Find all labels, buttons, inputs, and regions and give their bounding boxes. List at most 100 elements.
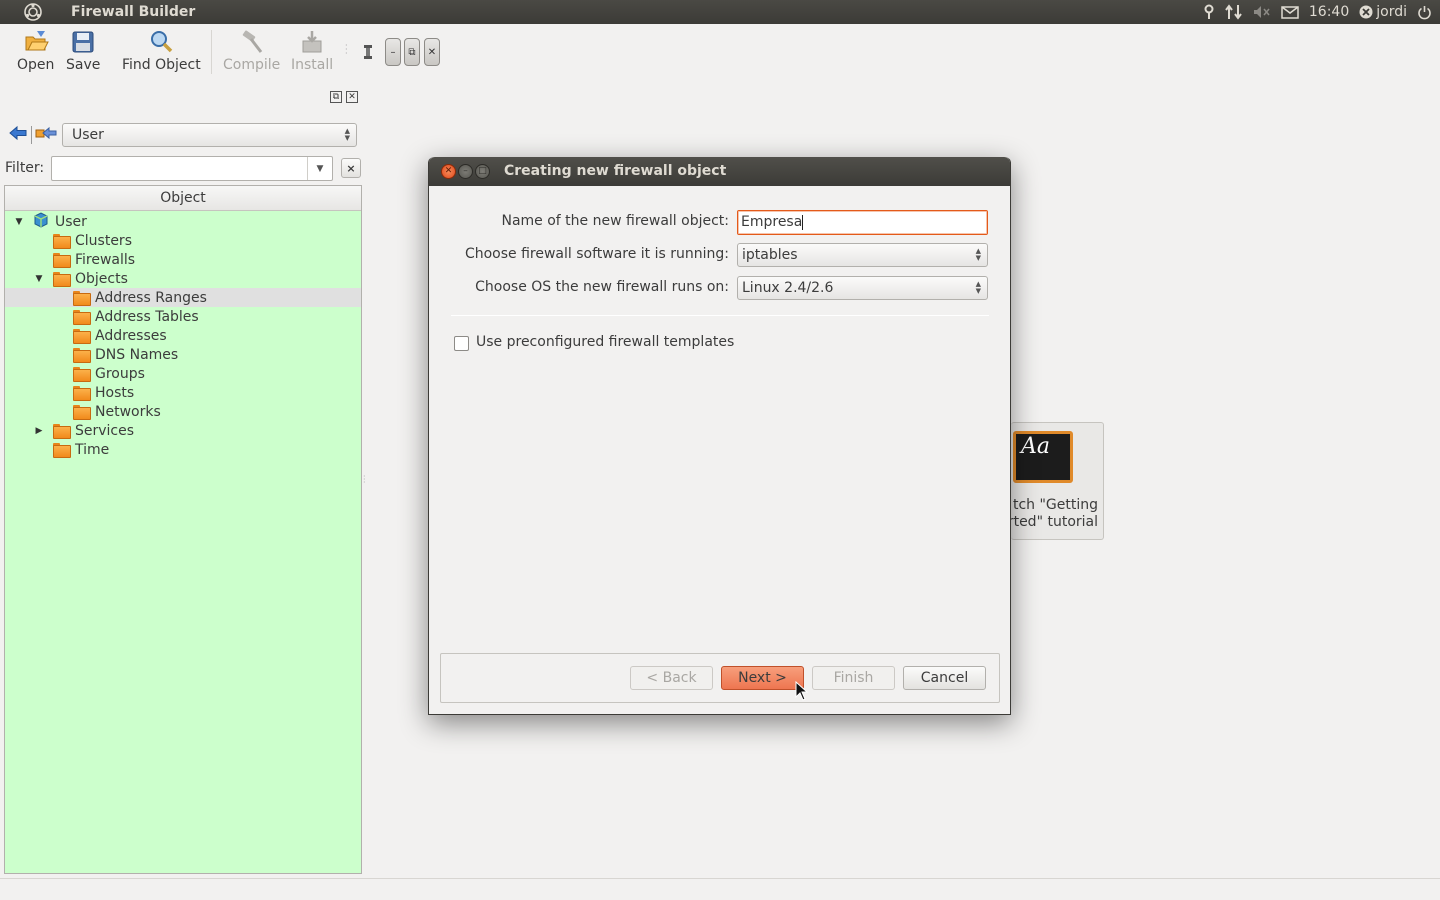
tree-item[interactable]: Address Ranges [5,288,361,307]
mdi-restore-button[interactable]: ⧉ [404,38,420,66]
user-status-icon [1359,5,1373,19]
filter-input[interactable]: ▼ [51,156,333,181]
combo-arrows-icon: ▲ ▼ [344,127,350,142]
filter-label: Filter: [5,160,45,176]
name-label-wrap: Name of the new firewall object: [429,213,729,233]
folder-icon [53,443,71,458]
tree-item[interactable]: Addresses [5,326,361,345]
finish-button[interactable]: Finish [812,666,895,690]
top-panel: Firewall Builder 16:40 jordi [0,0,1440,24]
cancel-button[interactable]: Cancel [903,666,986,690]
tree-item[interactable]: Clusters [5,231,361,250]
mdi-close-button[interactable]: ✕ [424,38,440,66]
user-menu[interactable]: jordi [1359,4,1407,20]
dialog-separator [451,315,989,316]
folder-icon [73,329,91,344]
getting-started-label: tch "Getting rted" tutorial [1011,497,1098,530]
main-toolbar: Open Save Find Object Compile Install · ·… [0,24,1440,84]
tree-navigation [8,123,57,147]
object-tree[interactable]: Object ▼ User Clusters Firewalls ▼ Objects Add… [4,185,362,874]
dialog-minimize-icon[interactable]: – [458,164,473,179]
folder-icon [53,272,71,287]
tree-item-label: Addresses [95,327,167,344]
tree-expander-icon[interactable]: ▼ [13,217,25,227]
compile-button[interactable]: Compile [223,28,280,80]
new-firewall-dialog: ✕ – □ Creating new firewall object Name … [428,157,1011,715]
combo-arrows-icon: ▲ ▼ [975,280,981,295]
forward-objects-icon[interactable] [35,125,57,145]
folder-icon [73,405,91,420]
folder-icon [73,348,91,363]
status-bar [0,878,1440,900]
dialog-title: Creating new firewall object [504,163,727,179]
folder-icon [73,310,91,325]
floppy-disk-icon [69,28,97,56]
tree-item-label: Address Ranges [95,289,207,306]
tree-item[interactable]: ▶ Services [5,421,361,440]
hammer-icon [238,28,266,56]
tree-item-label: Groups [95,365,145,382]
tree-expander-icon[interactable]: ▼ [33,274,45,284]
window-menu-icon[interactable] [362,44,374,64]
folder-icon [73,291,91,306]
tree-item[interactable]: ▼ User [5,211,361,231]
clock[interactable]: 16:40 [1309,4,1349,20]
back-button[interactable]: < Back [630,666,713,690]
tree-expander-icon[interactable]: ▶ [33,426,45,436]
tree-item[interactable]: DNS Names [5,345,361,364]
dialog-close-icon[interactable]: ✕ [441,164,456,179]
folder-icon [53,234,71,249]
tree-item[interactable]: ▼ Objects [5,269,361,288]
install-button[interactable]: Install [291,28,333,80]
next-button[interactable]: Next > [721,666,804,690]
software-label: Choose firewall software it is running: [464,246,729,262]
tree-item[interactable]: Address Tables [5,307,361,326]
tree-item-label: Clusters [75,232,132,249]
tree-item-label: Services [75,422,135,439]
network-icon[interactable] [1225,4,1243,20]
keyring-icon[interactable] [1203,4,1215,20]
tree-item-label: Time [75,441,110,458]
tree-item[interactable]: Firewalls [5,250,361,269]
firewall-name-input[interactable]: Empresa [737,210,988,235]
dock-close-icon[interactable]: ✕ [346,91,358,103]
mail-icon[interactable] [1281,5,1299,19]
os-label: Choose OS the new firewall runs on: [475,279,729,295]
filter-dropdown-icon[interactable]: ▼ [307,157,332,180]
dock-float-icon[interactable]: ⧉ [330,91,342,103]
volume-muted-icon[interactable] [1253,5,1271,19]
firewall-os-select[interactable]: Linux 2.4/2.6 ▲ ▼ [737,276,988,300]
dialog-maximize-icon[interactable]: □ [475,164,490,179]
filter-clear-button[interactable]: × [341,158,361,178]
tree-item-label: Address Tables [95,308,199,325]
templates-label[interactable]: Use preconfigured firewall templates [476,334,734,350]
dialog-titlebar[interactable]: ✕ – □ Creating new firewall object [429,157,1010,186]
software-label-wrap: Choose firewall software it is running: [429,246,729,266]
open-button[interactable]: Open [17,28,54,80]
back-arrow-icon[interactable] [8,125,28,145]
tree-item-label: DNS Names [95,346,179,363]
tree-item[interactable]: Groups [5,364,361,383]
nav-separator [31,126,32,144]
find-object-button[interactable]: Find Object [122,28,201,80]
toolbar-handle[interactable]: · · · [345,42,348,58]
tutorial-icon: Aa [1013,431,1073,483]
getting-started-tile[interactable]: Aa tch "Getting rted" tutorial [1011,422,1104,540]
tree-item[interactable]: Networks [5,402,361,421]
firewall-software-select[interactable]: iptables ▲ ▼ [737,243,988,267]
save-button[interactable]: Save [66,28,100,80]
folder-icon [53,424,71,439]
app-title: Firewall Builder [71,4,196,20]
open-folder-icon [22,28,50,56]
ubuntu-logo-icon[interactable] [23,2,43,22]
library-selector[interactable]: User ▲ ▼ [62,123,357,147]
power-icon[interactable] [1417,5,1432,20]
tree-column-header[interactable]: Object [5,186,361,211]
tree-item[interactable]: Time [5,440,361,459]
os-label-wrap: Choose OS the new firewall runs on: [429,279,729,299]
indicator-area: 16:40 jordi [1203,0,1432,24]
mdi-minimize-button[interactable]: – [385,38,401,66]
tree-item[interactable]: Hosts [5,383,361,402]
templates-checkbox[interactable] [454,336,469,351]
splitter-handle[interactable]: · · · [363,473,366,487]
